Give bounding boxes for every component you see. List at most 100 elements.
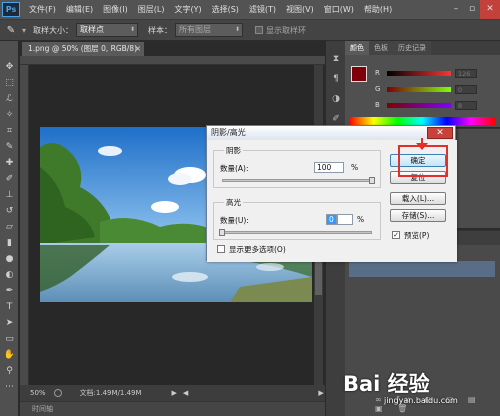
shadows-amount-input[interactable]: 100: [314, 162, 344, 173]
sample-value: 所有图层: [179, 25, 212, 34]
preview-checkbox[interactable]: ✓: [392, 231, 400, 239]
channel-r-track[interactable]: [387, 70, 451, 76]
status-bar: 50% 文档:1.49M/1.49M ▶ ◀ ▶: [20, 385, 325, 401]
tab-history[interactable]: 历史记录: [393, 41, 431, 55]
menu-select[interactable]: 选择(S): [207, 4, 244, 15]
highlights-group: 高光 数量(U): 0 %: [213, 197, 381, 240]
more-tools-icon[interactable]: ⋯: [0, 379, 19, 395]
shadows-group-title: 阴影: [224, 145, 243, 156]
color-spectrum[interactable]: [349, 117, 495, 125]
eyedropper-tool-icon[interactable]: ✎: [0, 139, 19, 155]
hand-tool-icon[interactable]: ✋: [0, 347, 19, 363]
close-tab-icon[interactable]: ×: [135, 42, 141, 56]
gradient-tool-icon[interactable]: ▮: [0, 235, 19, 251]
tab-swatches[interactable]: 色板: [369, 41, 393, 55]
channel-b-track[interactable]: [387, 102, 451, 108]
menu-layer[interactable]: 图层(L): [133, 4, 170, 15]
shadows-group: 阴影 数量(A): 100 %: [213, 145, 381, 188]
highlights-amount-unit: %: [357, 215, 365, 224]
restore-button[interactable]: ▫: [464, 0, 480, 19]
adjustment-icon[interactable]: ◑: [326, 89, 346, 109]
shadows-amount-unit: %: [351, 163, 359, 172]
slider-b[interactable]: B 8: [375, 100, 495, 110]
sample-select[interactable]: 所有图层 ⬍: [175, 23, 244, 37]
chevron-down-icon: ⬍: [129, 26, 136, 33]
timeline-panel-tab[interactable]: 时间轴: [20, 401, 325, 416]
slider-r[interactable]: R 126: [375, 68, 495, 78]
blur-tool-icon[interactable]: ●: [0, 251, 19, 267]
menu-bar: Ps 文件(F) 编辑(E) 图像(I) 图层(L) 文字(Y) 选择(S) 滤…: [0, 0, 500, 19]
slider-g[interactable]: G 0: [375, 84, 495, 94]
show-more-options-label: 显示更多选项(O): [229, 245, 286, 254]
crop-tool-icon[interactable]: ⌗: [0, 123, 19, 139]
scroll-right-icon[interactable]: ▶: [318, 389, 323, 397]
document-info: 文档:1.49M/1.49M: [79, 389, 142, 397]
highlights-amount-label: 数量(U):: [220, 216, 249, 225]
quick-select-tool-icon[interactable]: ✧: [0, 107, 19, 123]
paragraph-icon[interactable]: ¶: [326, 69, 346, 89]
history-brush-tool-icon[interactable]: ↺: [0, 203, 19, 219]
dodge-tool-icon[interactable]: ◐: [0, 267, 19, 283]
menu-file[interactable]: 文件(F): [24, 4, 61, 15]
history-icon[interactable]: ⧗: [326, 49, 346, 69]
export-icon[interactable]: [53, 389, 62, 397]
annotation-highlight-box: [398, 145, 448, 177]
zoom-tool-icon[interactable]: ⚲: [0, 363, 19, 379]
tools-panel: ✥ ⬚ ℒ ✧ ⌗ ✎ ✚ ✐ ⊥ ↺ ▱ ▮ ● ◐ ✒ T ➤ ▭ ✋ ⚲ …: [0, 41, 19, 416]
status-menu-arrow-icon[interactable]: ▶: [172, 389, 177, 397]
foreground-color-swatch[interactable]: [351, 66, 367, 82]
save-button[interactable]: 存储(S)...: [390, 209, 446, 222]
menu-type[interactable]: 文字(Y): [169, 4, 206, 15]
zoom-level[interactable]: 50%: [30, 389, 46, 397]
document-tab[interactable]: 1.png @ 50% (图层 0, RGB/8) ×: [22, 42, 144, 56]
channel-b-value[interactable]: 8: [455, 100, 477, 110]
highlights-amount-slider-handle[interactable]: [219, 229, 225, 236]
tool-preset-dropdown-icon[interactable]: ▾: [22, 26, 26, 35]
brush-tool-icon[interactable]: ✐: [0, 171, 19, 187]
healing-brush-tool-icon[interactable]: ✚: [0, 155, 19, 171]
channel-b-label: B: [375, 101, 380, 109]
channel-g-label: G: [375, 85, 381, 93]
tab-color[interactable]: 颜色: [345, 41, 369, 55]
channel-r-value[interactable]: 126: [455, 68, 477, 78]
menu-window[interactable]: 窗口(W): [319, 4, 359, 15]
move-tool-icon[interactable]: ✥: [0, 59, 19, 75]
channel-g-value[interactable]: 0: [455, 84, 477, 94]
scroll-left-icon[interactable]: ◀: [183, 389, 188, 397]
highlights-amount-slider[interactable]: [222, 231, 372, 234]
clone-stamp-tool-icon[interactable]: ⊥: [0, 187, 19, 203]
load-button[interactable]: 载入(L)...: [390, 192, 446, 205]
channel-g-track[interactable]: [387, 86, 451, 92]
marquee-tool-icon[interactable]: ⬚: [0, 75, 19, 91]
shadows-amount-slider[interactable]: [222, 179, 372, 182]
close-window-button[interactable]: ✕: [480, 0, 500, 19]
options-bar: ✎ ▾ 取样大小： 取样点 ⬍ 样本： 所有图层 ⬍ 显示取样环: [0, 19, 500, 41]
show-ring-label: 显示取样环: [266, 25, 307, 35]
path-select-tool-icon[interactable]: ➤: [0, 315, 19, 331]
menu-help[interactable]: 帮助(H): [359, 4, 397, 15]
shape-tool-icon[interactable]: ▭: [0, 331, 19, 347]
preview-label: 预览(P): [404, 231, 430, 240]
type-tool-icon[interactable]: T: [0, 299, 19, 315]
eraser-tool-icon[interactable]: ▱: [0, 219, 19, 235]
lasso-tool-icon[interactable]: ℒ: [0, 91, 19, 107]
dialog-close-button[interactable]: ✕: [427, 127, 453, 139]
menu-image[interactable]: 图像(I): [98, 4, 133, 15]
menu-view[interactable]: 视图(V): [281, 4, 319, 15]
minimize-button[interactable]: –: [448, 0, 464, 19]
shadows-amount-slider-handle[interactable]: [369, 177, 375, 184]
photoshop-logo: Ps: [2, 2, 20, 17]
highlights-group-title: 高光: [224, 197, 243, 208]
menu-filter[interactable]: 滤镜(T): [244, 4, 281, 15]
eyedropper-icon[interactable]: ✎: [0, 25, 22, 36]
dialog-title: 阴影/高光: [211, 128, 246, 137]
layer-row-selected[interactable]: [349, 261, 495, 277]
highlights-amount-input-box[interactable]: [337, 214, 353, 225]
highlights-amount-input[interactable]: 0: [326, 214, 337, 225]
show-ring-checkbox[interactable]: [255, 26, 264, 34]
sample-size-select[interactable]: 取样点 ⬍: [76, 23, 139, 37]
chevron-down-icon: ⬍: [234, 26, 241, 33]
show-more-options-checkbox[interactable]: [217, 245, 225, 253]
pen-tool-icon[interactable]: ✒: [0, 283, 19, 299]
menu-edit[interactable]: 编辑(E): [61, 4, 98, 15]
